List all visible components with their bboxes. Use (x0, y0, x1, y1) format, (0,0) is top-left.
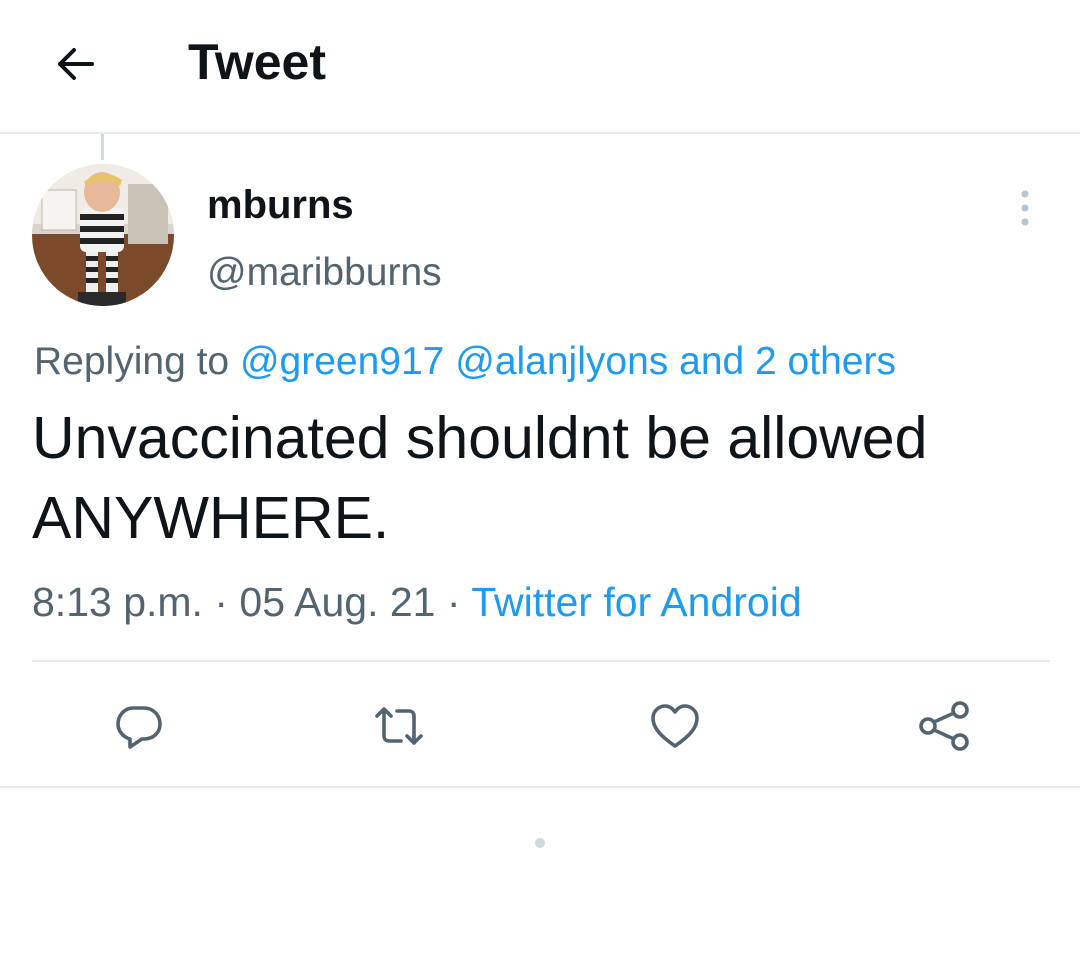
tweet-text: Unvaccinated shouldnt be allowed ANYWHER… (32, 398, 1062, 558)
retweet-button[interactable] (363, 690, 435, 762)
profile-photo (32, 164, 174, 306)
tweet-time: 8:13 p.m. (32, 579, 203, 625)
tweet-text-line: ANYWHERE. (32, 485, 390, 551)
meta-separator: · (214, 579, 228, 625)
mention-link[interactable]: @alanjlyons (455, 340, 668, 383)
action-bar (0, 690, 1080, 762)
others-link[interactable]: and 2 others (679, 340, 896, 383)
mention-link[interactable]: @green917 (240, 340, 444, 383)
tweet-source-link[interactable]: Twitter for Android (471, 579, 801, 625)
heart-icon (651, 704, 699, 748)
tweet-text-line: Unvaccinated shouldnt be allowed (32, 405, 928, 471)
back-button[interactable] (46, 36, 102, 92)
tweet-date: 05 Aug. 21 (239, 579, 436, 625)
author-display-name[interactable]: mburns (207, 182, 354, 228)
reply-icon (116, 706, 162, 749)
tweet-meta: 8:13 p.m. · 05 Aug. 21 · Twitter for And… (32, 576, 802, 628)
avatar[interactable] (32, 164, 174, 306)
replying-to: Replying to @green917 @alanjlyons and 2 … (34, 338, 896, 386)
divider (32, 660, 1050, 662)
more-vertical-icon (1021, 190, 1029, 226)
divider (0, 786, 1080, 788)
top-bar: Tweet (0, 0, 1080, 134)
retweet-icon (375, 707, 423, 745)
more-options-button[interactable] (1002, 182, 1048, 234)
author-handle[interactable]: @maribburns (207, 250, 442, 296)
page-title: Tweet (188, 34, 326, 90)
reply-button[interactable] (103, 690, 175, 762)
replying-to-label: Replying to (34, 340, 230, 383)
loading-indicator (535, 838, 545, 848)
arrow-left-icon (58, 48, 94, 80)
share-button[interactable] (908, 690, 980, 762)
meta-separator: · (446, 579, 461, 625)
thread-connector (101, 134, 104, 160)
share-icon (919, 701, 969, 751)
like-button[interactable] (639, 690, 711, 762)
